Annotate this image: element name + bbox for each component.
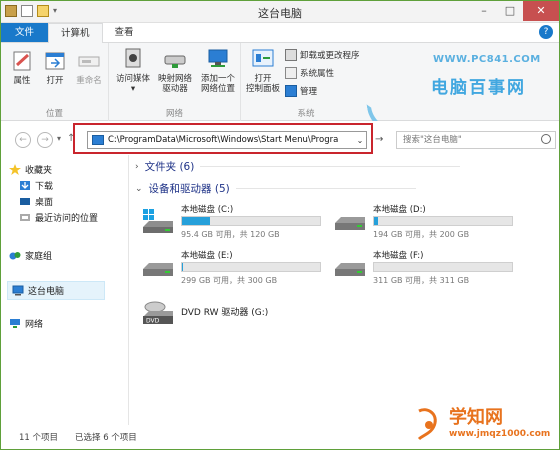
watermark-name: 电脑百事网 (431, 78, 526, 98)
content-pane: › 文件夹 (6) ⌄ 设备和驱动器 (5) 本地磁盘 (C:) 95.4 GB… (131, 155, 559, 425)
watermark-url: WWW.PC841.COM (433, 54, 541, 65)
drive-c[interactable]: 本地磁盘 (C:) 95.4 GB 可用，共 120 GB (141, 203, 321, 243)
drive-f[interactable]: 本地磁盘 (F:) 311 GB 可用，共 311 GB (333, 249, 513, 289)
drive-g[interactable]: DVD DVD RW 驱动器 (G:) (141, 295, 321, 335)
system-properties-icon (285, 67, 297, 79)
address-path[interactable]: C:\ProgramData\Microsoft\Windows\Start M… (108, 135, 354, 145)
ribbon-group-network: 访问媒体 ▾ 映射网络 驱动器 添加一个 网络位置 网络 (109, 43, 241, 121)
map-network-drive-button[interactable]: 映射网络 驱动器 (155, 47, 195, 94)
address-dropdown-icon[interactable]: ⌄ (354, 136, 366, 145)
nav-homegroup[interactable]: 家庭组 (9, 249, 52, 262)
watermark-site: 学知网 (449, 407, 503, 428)
open-icon (42, 49, 68, 73)
download-icon (19, 180, 31, 191)
drive-d[interactable]: 本地磁盘 (D:) 194 GB 可用，共 200 GB (333, 203, 513, 243)
nav-favorites[interactable]: 收藏夹 (9, 163, 52, 176)
explorer-window: ▾ 这台电脑 – □ ✕ 文件 计算机 查看 ? 属性 打开 重命名 位置 访问… (0, 0, 560, 450)
nav-this-pc[interactable]: 这台电脑 (7, 281, 106, 300)
add-network-location-button[interactable]: 添加一个 网络位置 (197, 47, 239, 94)
usage-bar (373, 216, 513, 226)
rename-button[interactable]: 重命名 (73, 49, 105, 86)
group-folders[interactable]: › 文件夹 (6) (135, 159, 461, 174)
group-devices[interactable]: ⌄ 设备和驱动器 (5) (135, 181, 416, 196)
address-bar[interactable]: C:\ProgramData\Microsoft\Windows\Start M… (87, 131, 367, 149)
desktop-icon (19, 196, 31, 207)
star-icon (9, 164, 21, 175)
open-control-panel-button[interactable]: 打开 控制面板 (245, 47, 281, 94)
hard-drive-icon (333, 255, 367, 281)
media-icon (120, 47, 146, 71)
system-drive-icon (141, 209, 175, 235)
tab-computer[interactable]: 计算机 (48, 23, 103, 44)
drive-e[interactable]: 本地磁盘 (E:) 299 GB 可用，共 300 GB (141, 249, 321, 289)
ribbon-group-system: 打开 控制面板 卸载或更改程序 系统属性 管理 系统 (241, 43, 371, 121)
open-button[interactable]: 打开 (41, 49, 69, 86)
properties-icon (9, 49, 35, 73)
address-row: ← → ▾ ↑ C:\ProgramData\Microsoft\Windows… (1, 121, 559, 155)
uninstall-program-button[interactable]: 卸载或更改程序 (285, 49, 360, 61)
access-media-button[interactable]: 访问媒体 ▾ (115, 47, 151, 94)
watermark-site-url: www.jmqz1000.com (449, 429, 551, 439)
window-controls: – □ ✕ (471, 1, 559, 21)
back-button[interactable]: ← (15, 132, 31, 148)
usage-bar (373, 262, 513, 272)
network-icon (9, 318, 21, 329)
recent-locations-icon[interactable]: ▾ (57, 134, 61, 143)
recent-places-icon (19, 212, 31, 223)
usage-bar (181, 262, 321, 272)
usage-bar (181, 216, 321, 226)
usage-fill (374, 217, 379, 225)
ribbon-group-location: 属性 打开 重命名 位置 (1, 43, 109, 121)
minimize-button[interactable]: – (471, 1, 497, 21)
hard-drive-icon (141, 255, 175, 281)
title-bar: ▾ 这台电脑 – □ ✕ (1, 1, 559, 23)
refresh-icon[interactable]: → (375, 134, 383, 145)
nav-downloads[interactable]: 下载 (19, 179, 53, 192)
computer-icon (12, 285, 24, 296)
nav-network[interactable]: 网络 (9, 317, 43, 330)
nav-recent-places[interactable]: 最近访问的位置 (19, 211, 98, 224)
dvd-drive-icon: DVD (141, 301, 175, 327)
selection-count: 已选择 6 个项目 (75, 433, 137, 443)
navigation-pane: 收藏夹 下载 桌面 最近访问的位置 家庭组 这台电脑 网络 (1, 155, 129, 425)
search-input[interactable]: 搜索"这台电脑" (396, 131, 556, 149)
network-location-icon (205, 47, 231, 71)
homegroup-icon (9, 250, 21, 261)
group-label-location: 位置 (45, 109, 63, 119)
ribbon-tabs: 文件 计算机 查看 (1, 23, 559, 44)
computer-icon (92, 135, 104, 145)
svg-text:DVD: DVD (146, 318, 160, 325)
tab-file[interactable]: 文件 (1, 23, 49, 42)
forward-button[interactable]: → (37, 132, 53, 148)
manage-button[interactable]: 管理 (285, 85, 317, 97)
usage-fill (182, 217, 211, 225)
rename-icon (76, 49, 102, 73)
network-drive-icon (162, 47, 188, 71)
control-panel-icon (250, 47, 276, 71)
system-properties-button[interactable]: 系统属性 (285, 67, 334, 79)
manage-icon (285, 85, 297, 97)
close-button[interactable]: ✕ (523, 1, 559, 21)
chevron-down-icon: ⌄ (135, 183, 143, 194)
uninstall-icon (285, 49, 297, 61)
hard-drive-icon (333, 209, 367, 235)
help-icon[interactable]: ? (539, 25, 553, 39)
nav-desktop[interactable]: 桌面 (19, 195, 53, 208)
watermark-logo-icon (415, 405, 443, 441)
chevron-right-icon: › (135, 161, 139, 172)
tab-view[interactable]: 查看 (103, 23, 146, 42)
group-label-network: 网络 (165, 109, 183, 119)
maximize-button[interactable]: □ (497, 1, 523, 21)
search-icon (541, 134, 551, 144)
group-label-system: 系统 (297, 109, 315, 119)
item-count: 11 个项目 (19, 433, 59, 443)
properties-button[interactable]: 属性 (7, 49, 37, 86)
